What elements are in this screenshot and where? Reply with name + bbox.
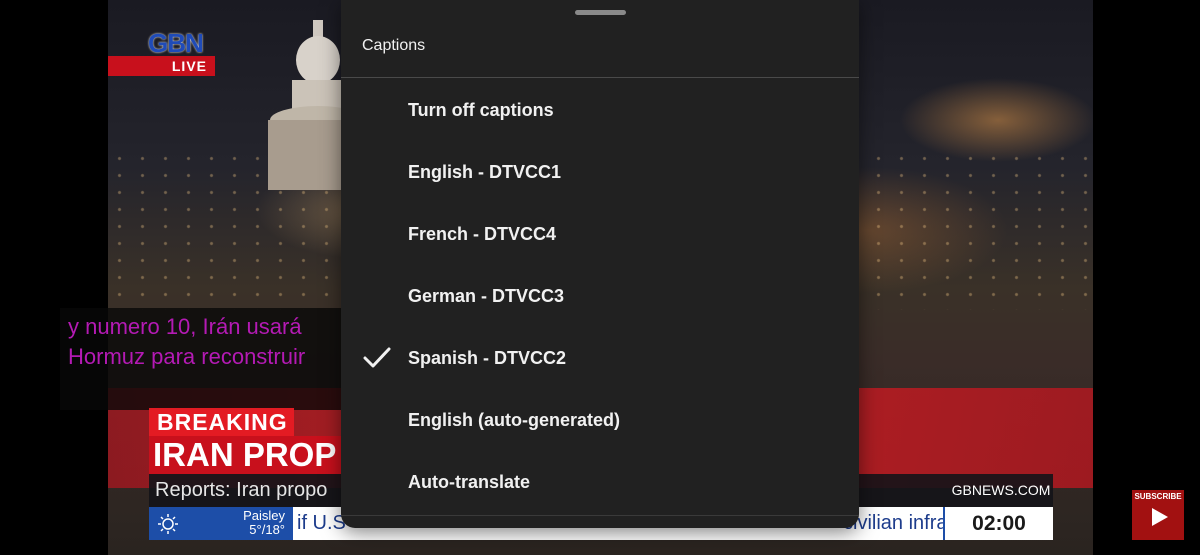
option-label: German - DTVCC3	[408, 286, 565, 306]
caption-option-english-dtvcc1[interactable]: English - DTVCC1	[341, 141, 859, 203]
play-icon	[1152, 508, 1168, 526]
option-label: English - DTVCC1	[408, 162, 562, 182]
weather-city: Paisley	[243, 508, 285, 523]
subscribe-label: SUBSCRIBE	[1134, 492, 1182, 501]
breaking-banner: BREAKING	[149, 408, 294, 436]
sheet-bottom-divider	[341, 515, 859, 516]
caption-line-1: y numero 10, Irán usará	[68, 314, 302, 339]
caption-line-2: Hormuz para reconstruir	[68, 344, 306, 369]
divider	[341, 77, 859, 78]
news-headline: IRAN PROP	[149, 436, 349, 474]
subscribe-button[interactable]: SUBSCRIBE	[1132, 490, 1184, 540]
sun-icon	[158, 514, 178, 534]
caption-option-spanish-dtvcc2[interactable]: Spanish - DTVCC2	[341, 327, 859, 389]
weather-widget: Paisley 5°/18°	[149, 507, 293, 540]
caption-option-german-dtvcc3[interactable]: German - DTVCC3	[341, 265, 859, 327]
broadcast-clock: 02:00	[943, 507, 1053, 540]
live-badge: LIVE	[108, 56, 215, 76]
option-label: Spanish - DTVCC2	[408, 348, 567, 368]
weather-temp: 5°/18°	[249, 522, 285, 537]
sheet-title: Captions	[362, 37, 426, 54]
option-label: Turn off captions	[408, 100, 554, 120]
drag-handle[interactable]	[575, 10, 626, 15]
caption-option-french-dtvcc4[interactable]: French - DTVCC4	[341, 203, 859, 265]
gbn-logo-text: GBN	[148, 28, 204, 58]
option-label: French - DTVCC4	[408, 224, 557, 244]
caption-option-off[interactable]: Turn off captions	[341, 79, 859, 141]
channel-url: GBNEWS.COM	[949, 474, 1053, 507]
option-label: Auto-translate	[408, 472, 531, 492]
caption-option-english-auto[interactable]: English (auto-generated)	[341, 389, 859, 451]
gbn-logo: GBN LIVE	[108, 28, 215, 78]
caption-option-auto-translate[interactable]: Auto-translate	[341, 451, 859, 513]
captions-sheet: Captions Turn off captions English - DTV…	[341, 0, 859, 528]
check-icon	[363, 347, 391, 368]
video-captions: y numero 10, Irán usará Hormuz para reco…	[60, 308, 350, 410]
option-label: English (auto-generated)	[408, 410, 621, 430]
